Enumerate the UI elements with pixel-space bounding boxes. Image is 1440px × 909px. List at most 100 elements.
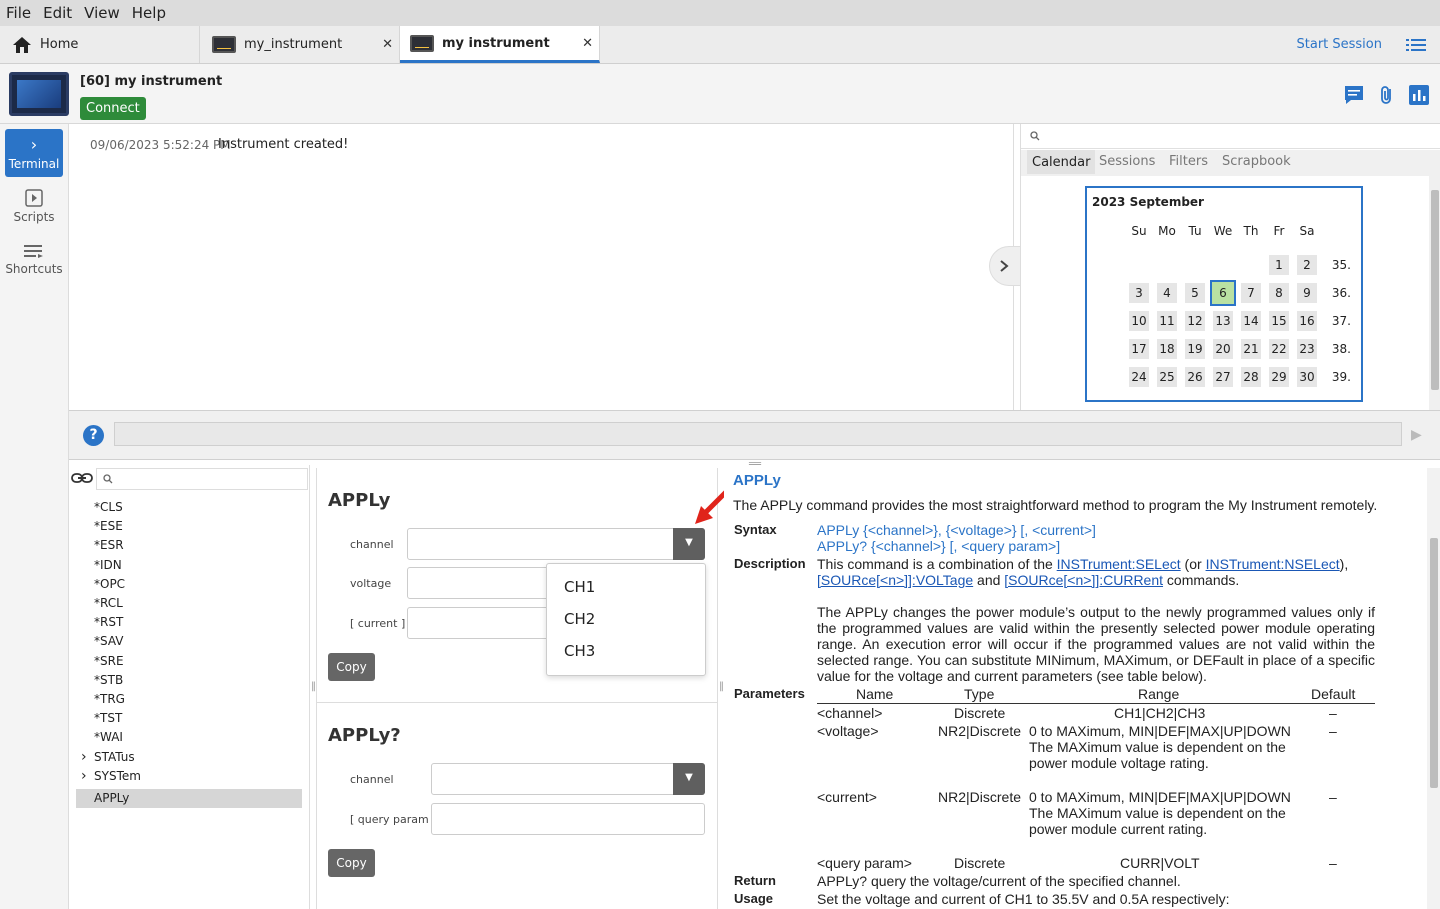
calendar-day[interactable]: 22: [1269, 339, 1289, 359]
menu-help[interactable]: Help: [126, 4, 172, 22]
chevron-down-icon[interactable]: ▼: [673, 763, 705, 795]
scrollbar-thumb[interactable]: [1430, 538, 1438, 788]
rail-terminal[interactable]: › Terminal: [5, 129, 63, 177]
link-instrument-select[interactable]: INSTrument:SELect: [1057, 556, 1181, 572]
tab-scrapbook[interactable]: Scrapbook: [1222, 154, 1291, 169]
instrument-icon: [410, 34, 434, 52]
close-icon[interactable]: ✕: [582, 36, 593, 51]
tree-search-input[interactable]: [96, 468, 308, 490]
option-ch3[interactable]: CH3: [564, 642, 595, 660]
voltage-label: voltage: [350, 577, 392, 590]
help-icon[interactable]: ?: [83, 425, 104, 446]
tab-home[interactable]: Home: [0, 26, 200, 63]
calendar-day[interactable]: 17: [1129, 339, 1149, 359]
calendar-day[interactable]: 15: [1269, 311, 1289, 331]
calendar-day[interactable]: 16: [1297, 311, 1317, 331]
close-icon[interactable]: ✕: [382, 37, 393, 52]
menu-file[interactable]: File: [0, 4, 37, 22]
chart-icon[interactable]: [1408, 84, 1430, 106]
menu-edit[interactable]: Edit: [37, 4, 78, 22]
calendar-day[interactable]: 4: [1157, 283, 1177, 303]
calendar-day[interactable]: 25: [1157, 367, 1177, 387]
tree-item[interactable]: *TST: [94, 709, 122, 728]
comment-icon[interactable]: [1343, 84, 1365, 106]
send-icon[interactable]: ▶: [1411, 427, 1422, 443]
calendar-day[interactable]: 26: [1185, 367, 1205, 387]
tree-item[interactable]: *ESE: [94, 517, 123, 536]
tab-my-instrument-2[interactable]: my instrument ✕: [400, 26, 600, 63]
panel-scrollbar[interactable]: [1429, 176, 1440, 410]
tree-folder[interactable]: SYSTem: [81, 767, 141, 786]
apply-heading: APPLy: [328, 490, 391, 511]
tree-item[interactable]: *OPC: [94, 575, 125, 594]
calendar-day[interactable]: 10: [1129, 311, 1149, 331]
option-ch1[interactable]: CH1: [564, 578, 595, 596]
tab-calendar[interactable]: Calendar: [1027, 150, 1096, 174]
paperclip-icon[interactable]: [1376, 84, 1398, 106]
calendar-day[interactable]: 8: [1269, 283, 1289, 303]
link-instrument-nselect[interactable]: INSTrument:NSELect: [1206, 556, 1340, 572]
calendar-day[interactable]: 13: [1213, 311, 1233, 331]
doc-scrollbar[interactable]: [1427, 468, 1440, 909]
week-number: 39.: [1331, 370, 1351, 384]
tree-item-selected[interactable]: APPLy: [76, 788, 302, 808]
tree-item[interactable]: *SAV: [94, 632, 124, 651]
chevron-down-icon[interactable]: ▼: [673, 528, 705, 560]
tree-item[interactable]: *CLS: [94, 498, 123, 517]
option-ch2[interactable]: CH2: [564, 610, 595, 628]
list-icon[interactable]: [1406, 38, 1426, 52]
copy-button[interactable]: Copy: [328, 653, 375, 681]
tree-item[interactable]: *RST: [94, 613, 123, 632]
calendar-day[interactable]: 23: [1297, 339, 1317, 359]
link-source-voltage[interactable]: [SOURce[<n>]]:VOLTage: [817, 572, 973, 588]
param-name: <current>: [817, 789, 877, 805]
calendar-day[interactable]: 28: [1241, 367, 1261, 387]
calendar-day[interactable]: 24: [1129, 367, 1149, 387]
return-label: Return: [734, 873, 776, 888]
calendar-day[interactable]: 7: [1241, 283, 1261, 303]
tree-item[interactable]: *SRE: [94, 652, 124, 671]
calendar-day[interactable]: 19: [1185, 339, 1205, 359]
command-input[interactable]: [114, 422, 1402, 446]
calendar-day[interactable]: 14: [1241, 311, 1261, 331]
rail-shortcuts[interactable]: Shortcuts: [5, 236, 63, 284]
query-channel-select[interactable]: [431, 763, 705, 795]
calendar-day[interactable]: 27: [1213, 367, 1233, 387]
calendar-day[interactable]: 5: [1185, 283, 1205, 303]
tree-item[interactable]: *TRG: [94, 690, 125, 709]
tab-sessions[interactable]: Sessions: [1099, 154, 1155, 169]
tab-my-instrument-1[interactable]: my_instrument ✕: [200, 26, 400, 63]
calendar-day[interactable]: 11: [1157, 311, 1177, 331]
tree-item[interactable]: *RCL: [94, 594, 123, 613]
query-param-field[interactable]: [431, 803, 705, 835]
calendar-day[interactable]: 20: [1213, 339, 1233, 359]
tree-folder[interactable]: STATus: [81, 748, 135, 767]
calendar-day[interactable]: 18: [1157, 339, 1177, 359]
calendar-day[interactable]: 12: [1185, 311, 1205, 331]
tree-item[interactable]: *ESR: [94, 536, 124, 555]
tree-item[interactable]: *STB: [94, 671, 123, 690]
connect-button[interactable]: Connect: [80, 97, 146, 120]
scrollbar-thumb[interactable]: [1431, 190, 1439, 390]
calendar-day[interactable]: 6: [1210, 280, 1236, 306]
collapse-panel-button[interactable]: [989, 246, 1021, 286]
calendar-day[interactable]: 1: [1269, 255, 1289, 275]
panel-tabs: Calendar Sessions Filters Scrapbook: [1021, 150, 1440, 176]
link-source-current[interactable]: [SOURce[<n>]]:CURRent: [1004, 572, 1163, 588]
copy-button[interactable]: Copy: [328, 849, 375, 877]
rail-scripts[interactable]: Scripts: [5, 182, 63, 230]
calendar-day[interactable]: 9: [1297, 283, 1317, 303]
channel-select[interactable]: [407, 528, 705, 560]
tree-item[interactable]: *IDN: [94, 556, 122, 575]
tree-item[interactable]: *WAI: [94, 728, 123, 747]
menu-view[interactable]: View: [78, 4, 126, 22]
calendar-day[interactable]: 2: [1297, 255, 1317, 275]
calendar-day[interactable]: 3: [1129, 283, 1149, 303]
panel-search-input[interactable]: [1021, 124, 1440, 149]
tab-filters[interactable]: Filters: [1169, 154, 1208, 169]
start-session-link[interactable]: Start Session: [1297, 37, 1383, 52]
calendar-day[interactable]: 29: [1269, 367, 1289, 387]
calendar-day[interactable]: 30: [1297, 367, 1317, 387]
calendar-day[interactable]: 21: [1241, 339, 1261, 359]
link-icon[interactable]: [71, 470, 93, 486]
